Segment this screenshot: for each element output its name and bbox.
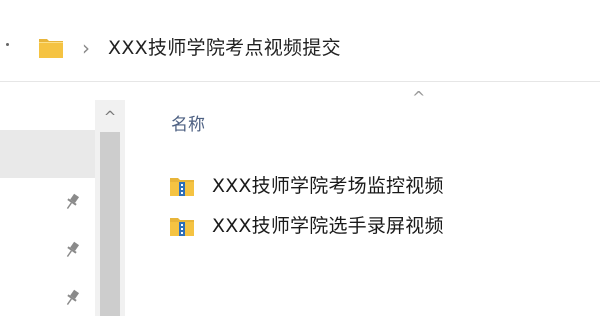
chevron-up-icon[interactable]: ^ [95,104,125,130]
pin-icon[interactable] [64,288,80,308]
address-bar[interactable]: › XXX技师学院考点视频提交 [0,18,600,82]
zip-folder-icon [170,218,194,236]
nav-selected-item[interactable] [0,130,95,178]
list-item[interactable]: XXX技师学院选手录屏视频 [170,212,590,242]
list-item[interactable]: XXX技师学院考场监控视频 [170,172,590,202]
pin-icon[interactable] [64,192,80,212]
folder-icon [39,39,63,58]
column-header-name[interactable]: 名称 [171,114,205,136]
zip-folder-icon [170,178,194,196]
scroll-thumb[interactable] [100,132,120,316]
breadcrumb-path[interactable]: XXX技师学院考点视频提交 [108,36,341,60]
chevron-right-icon[interactable]: › [82,38,90,58]
file-explorer-window: › XXX技师学院考点视频提交 ^ ^ 名称 XXX技师学院考场监控视频 XXX… [0,0,600,316]
sort-ascending-icon[interactable]: ^ [412,90,425,106]
pin-icon[interactable] [64,240,80,260]
file-name[interactable]: XXX技师学院选手录屏视频 [212,214,444,238]
nav-dot [6,43,9,46]
file-name[interactable]: XXX技师学院考场监控视频 [212,174,444,198]
